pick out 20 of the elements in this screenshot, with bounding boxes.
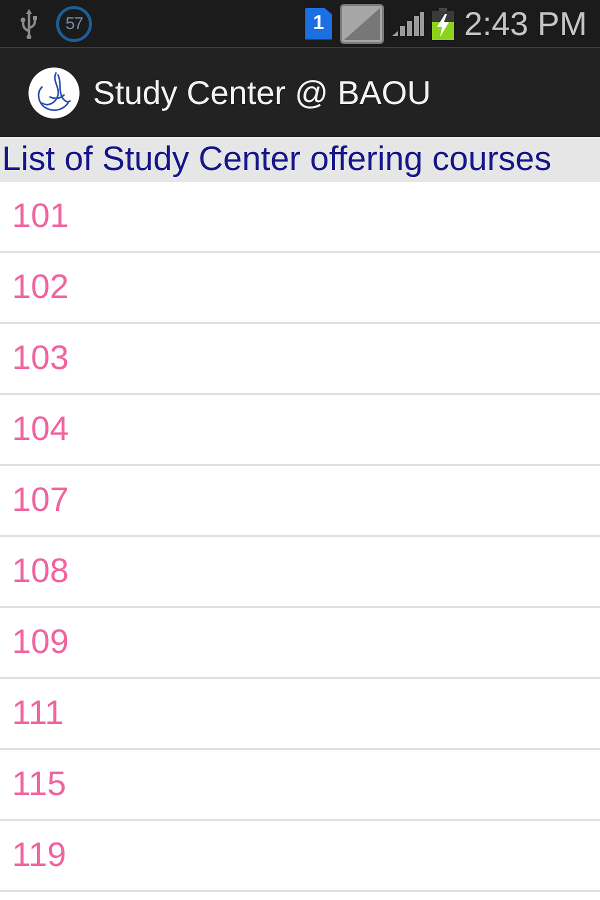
list-item[interactable]: 119: [0, 821, 600, 892]
list-item[interactable]: 103: [0, 324, 600, 395]
notification-count: 57: [56, 6, 92, 42]
list-item[interactable]: 109: [0, 608, 600, 679]
list-item[interactable]: 115: [0, 750, 600, 821]
list-header: List of Study Center offering courses: [0, 137, 600, 182]
list-item[interactable]: 107: [0, 466, 600, 537]
signal-icon: [392, 12, 424, 36]
list-item[interactable]: 111: [0, 679, 600, 750]
list-item[interactable]: 108: [0, 537, 600, 608]
list-item[interactable]: 104: [0, 395, 600, 466]
app-title: Study Center @ BAOU: [93, 74, 431, 112]
list-item[interactable]: 102: [0, 253, 600, 324]
sim-card-indicator: 1: [305, 8, 332, 40]
usb-icon: [20, 8, 38, 38]
logo-icon: [28, 66, 80, 118]
battery-charging-icon: [432, 8, 454, 40]
list-item[interactable]: 101: [0, 182, 600, 253]
clock-time: 2:43 PM: [464, 4, 587, 42]
thumbnail-icon: [340, 4, 384, 44]
